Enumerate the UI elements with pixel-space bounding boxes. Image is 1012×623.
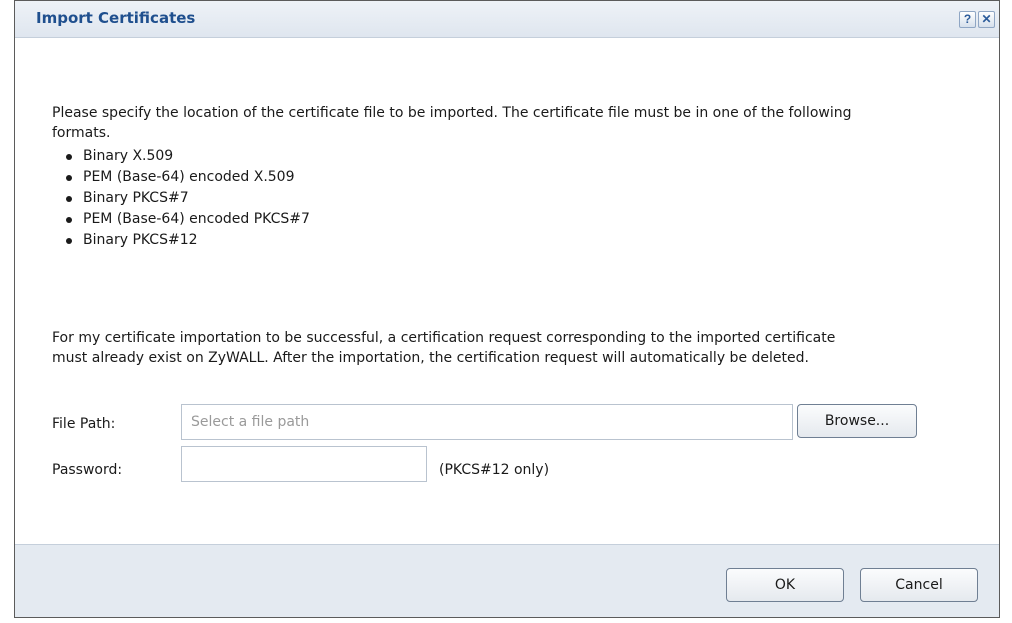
file-path-label: File Path:: [52, 416, 116, 432]
format-item: PEM (Base-64) encoded X.509: [52, 167, 310, 188]
dialog-title: Import Certificates: [36, 9, 196, 27]
ok-button[interactable]: OK: [726, 568, 844, 602]
file-path-input[interactable]: [181, 404, 793, 440]
bullet-icon: [66, 217, 72, 223]
format-item: Binary PKCS#7: [52, 188, 310, 209]
format-item: Binary X.509: [52, 146, 310, 167]
intro-text: Please specify the location of the certi…: [52, 105, 852, 141]
help-icon[interactable]: ?: [959, 11, 976, 28]
format-label: Binary X.509: [83, 148, 174, 164]
dialog-content: Please specify the location of the certi…: [15, 38, 999, 546]
bullet-icon: [66, 175, 72, 181]
bullet-icon: [66, 238, 72, 244]
format-list: Binary X.509 PEM (Base-64) encoded X.509…: [52, 146, 310, 251]
format-label: PEM (Base-64) encoded X.509: [83, 169, 295, 185]
dialog-titlebar: Import Certificates ? ✕: [15, 1, 999, 38]
bullet-icon: [66, 196, 72, 202]
cancel-button[interactable]: Cancel: [860, 568, 978, 602]
import-certificates-dialog: Import Certificates ? ✕ Please specify t…: [14, 0, 1000, 618]
password-hint: (PKCS#12 only): [439, 462, 550, 478]
browse-button[interactable]: Browse...: [797, 404, 917, 438]
close-icon[interactable]: ✕: [978, 11, 995, 28]
format-label: Binary PKCS#12: [83, 232, 198, 248]
dialog-footer: OK Cancel: [15, 544, 999, 617]
importation-note: For my certificate importation to be suc…: [52, 330, 836, 366]
format-label: PEM (Base-64) encoded PKCS#7: [83, 211, 310, 227]
format-item: Binary PKCS#12: [52, 230, 310, 251]
bullet-icon: [66, 154, 72, 160]
format-label: Binary PKCS#7: [83, 190, 189, 206]
password-input[interactable]: [181, 446, 427, 482]
format-item: PEM (Base-64) encoded PKCS#7: [52, 209, 310, 230]
password-label: Password:: [52, 462, 123, 478]
